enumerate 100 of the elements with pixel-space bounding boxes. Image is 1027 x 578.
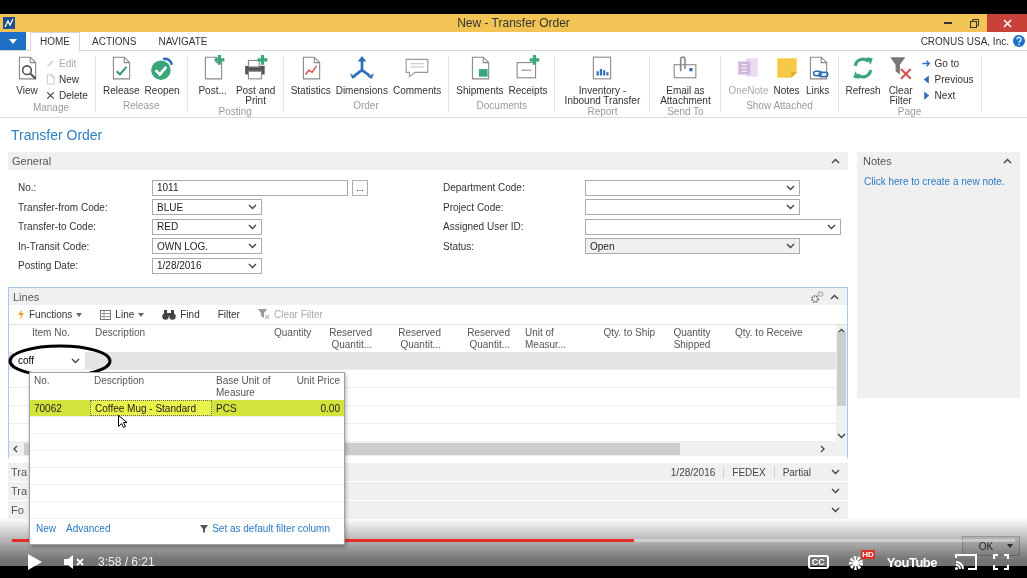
ribbon-button[interactable]: Links <box>802 55 833 96</box>
minimize-icon <box>944 22 952 24</box>
chevron-down-icon <box>248 243 257 250</box>
fasttab-title: Tra <box>11 485 29 497</box>
table-row[interactable]: coff <box>9 352 836 370</box>
text-field[interactable]: 1011 <box>152 179 348 196</box>
table-cell-text: 70062 <box>33 401 63 416</box>
dropdown-field[interactable]: 1/28/2016 <box>152 257 262 274</box>
column-header[interactable]: Unit of Measur... <box>513 325 588 352</box>
toolbar-button[interactable]: Line <box>96 309 149 320</box>
column-header[interactable]: Unit Price <box>290 373 344 400</box>
default-filter-link[interactable]: Set as default filter column <box>212 523 330 534</box>
scrollbar-thumb[interactable] <box>837 331 846 406</box>
ribbon-button[interactable]: Notes <box>771 55 802 96</box>
ribbon-button[interactable]: Comments <box>390 55 444 96</box>
ribbon-tab[interactable]: NAVIGATE <box>148 32 218 50</box>
captions-button[interactable]: CC <box>807 555 829 569</box>
toolbar-button[interactable]: Functions <box>13 309 87 320</box>
ribbon-button[interactable]: Refresh <box>843 55 883 96</box>
fasttab-title: Tra <box>11 466 29 478</box>
ribbon-button[interactable]: Statistics <box>288 55 333 96</box>
column-header[interactable]: Description <box>89 325 271 352</box>
column-header[interactable]: Qty. to Ship <box>588 325 658 352</box>
ribbon-button[interactable]: Delete <box>43 88 90 102</box>
toolbar-button[interactable]: Find <box>158 309 204 320</box>
ribbon-button[interactable]: Reopen <box>142 55 182 96</box>
item-number-field[interactable]: coff <box>13 352 85 369</box>
document-icon <box>45 73 56 85</box>
funnel-cross-icon <box>257 309 270 320</box>
close-button[interactable] <box>987 14 1027 32</box>
section-header: Lines <box>13 290 41 303</box>
column-header[interactable]: Reserved Quantit... <box>375 325 444 352</box>
chevron-down-icon <box>786 243 795 250</box>
ribbon-button[interactable]: Email as Attachment <box>655 55 716 106</box>
ribbon-button[interactable]: Shipments <box>454 55 506 96</box>
chevron-down-icon <box>831 469 840 475</box>
window-title: New - Transfer Order <box>457 16 570 30</box>
progress-bar[interactable] <box>12 539 1015 542</box>
ribbon-button[interactable]: New <box>43 72 90 86</box>
fullscreen-icon[interactable] <box>993 554 1009 570</box>
vertical-scrollbar[interactable] <box>836 325 847 442</box>
ribbon-group-label: Page <box>897 106 922 118</box>
gears-icon[interactable] <box>811 290 824 303</box>
toolbar-button[interactable]: Filter <box>213 309 244 320</box>
restore-icon <box>969 18 979 28</box>
video-logo[interactable]: YouTube <box>886 554 937 570</box>
caret-icon <box>9 38 17 44</box>
new-note-link[interactable]: Click here to create a new note. <box>864 176 1005 187</box>
muted-speaker-icon[interactable] <box>64 555 86 569</box>
column-header[interactable]: Quantity Shipped <box>658 325 726 352</box>
assist-button[interactable]: ... <box>352 179 368 196</box>
quality-badge: HD <box>861 550 875 559</box>
ribbon-button[interactable]: Previous <box>918 72 976 86</box>
column-header[interactable]: Reserved Quantit... <box>311 325 375 352</box>
cross-icon <box>45 89 56 101</box>
ribbon-tab[interactable]: ACTIONS <box>82 32 147 50</box>
funnel-cross-icon <box>887 55 914 81</box>
column-header[interactable]: No. <box>30 373 90 400</box>
help-icon[interactable] <box>1013 35 1025 47</box>
column-header[interactable]: Item No. <box>9 325 89 352</box>
column-header[interactable]: Quantity <box>271 325 311 352</box>
footer-link[interactable]: Advanced <box>66 523 111 534</box>
check-circle-icon <box>149 55 176 81</box>
ribbon-button[interactable]: Go to <box>918 56 976 70</box>
field-label: Project Code: <box>443 201 505 213</box>
ribbon-group-label: Send To <box>667 106 704 118</box>
ribbon-button[interactable]: Inventory - Inbound Transfer <box>560 55 645 106</box>
dropdown-field[interactable]: OWN LOG. <box>152 238 262 255</box>
dropdown-field[interactable] <box>585 199 800 216</box>
cast-icon[interactable] <box>955 554 977 570</box>
ribbon-button[interactable]: View <box>12 55 42 96</box>
chevron-down-icon <box>831 507 840 513</box>
ribbon-button[interactable]: Next <box>918 88 976 102</box>
play-icon[interactable] <box>28 554 42 570</box>
dropdown-field[interactable] <box>585 179 800 196</box>
ribbon-button[interactable]: Dimensions <box>333 55 390 96</box>
arrows-icon <box>348 55 375 81</box>
funnel-icon <box>200 524 209 533</box>
column-header[interactable]: Qty. to Receive <box>726 325 806 352</box>
column-header[interactable]: Reserved Quantit... <box>444 325 513 352</box>
ribbon-button[interactable]: Release <box>100 55 142 96</box>
dropdown-field[interactable]: RED <box>152 218 262 235</box>
ribbon-button[interactable]: Post... <box>192 55 233 96</box>
dropdown-field[interactable] <box>585 218 841 235</box>
ribbon-button[interactable]: Receipts <box>506 55 550 96</box>
dropdown-field[interactable]: BLUE <box>152 199 262 216</box>
chevron-left-icon <box>13 445 18 453</box>
column-header[interactable]: Description <box>90 373 212 400</box>
lookup-row[interactable]: 70062 Coffee Mug - Standard PCS 0.00 <box>30 400 344 417</box>
ribbon-tab[interactable]: HOME <box>30 32 80 51</box>
ok-button[interactable]: OK <box>962 536 1020 556</box>
footer-link[interactable]: New <box>36 523 56 534</box>
ribbon-group-label: Posting <box>218 106 252 118</box>
ribbon-button[interactable]: Post and Print <box>233 55 278 106</box>
column-header[interactable]: Base Unit of Measure <box>212 373 290 400</box>
app-menu-button[interactable] <box>0 32 26 50</box>
ribbon-group-label: Report <box>587 106 618 118</box>
ribbon-button[interactable]: Clear Filter <box>883 55 918 106</box>
ribbon-group-label: Documents <box>476 100 528 112</box>
chevron-down-icon <box>831 488 840 494</box>
